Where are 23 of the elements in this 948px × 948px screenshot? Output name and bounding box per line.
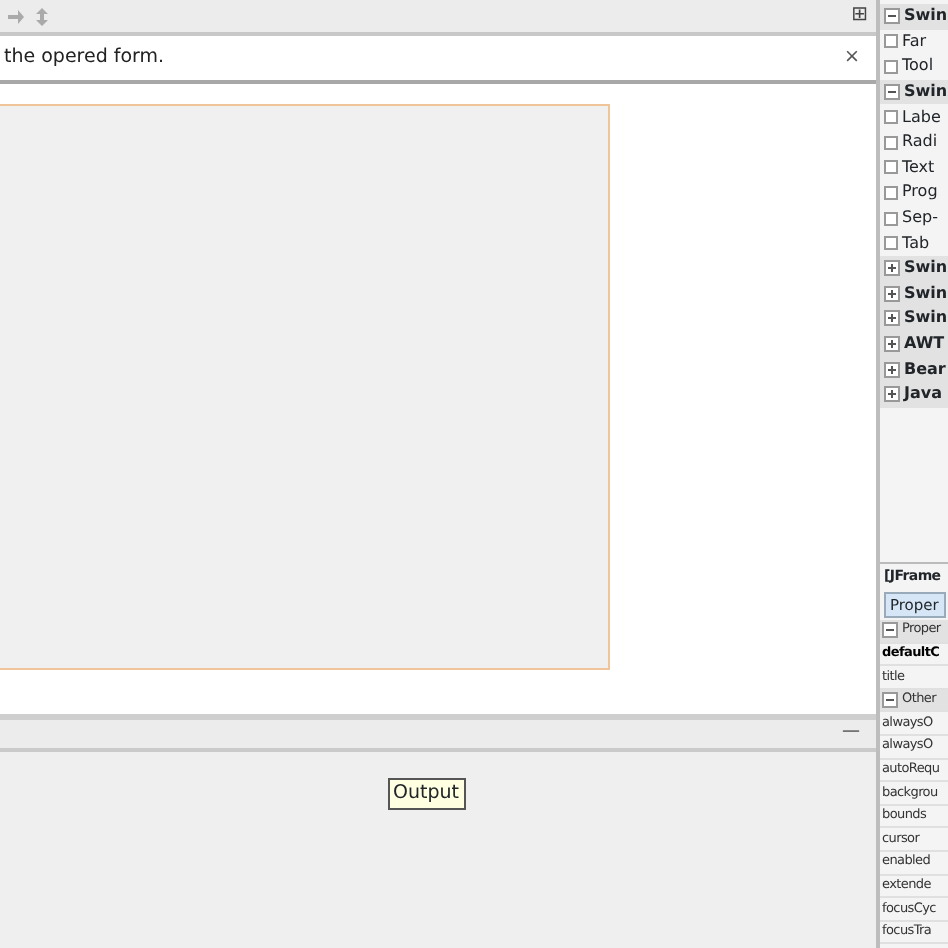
expand-icon[interactable]: [884, 386, 900, 403]
close-icon[interactable]: ×: [844, 43, 860, 73]
expand-icon[interactable]: [884, 336, 900, 353]
palette-item[interactable]: Prog: [902, 180, 938, 205]
collapse-icon[interactable]: [882, 692, 898, 709]
palette-item[interactable]: Tool: [902, 54, 934, 79]
collapse-icon[interactable]: [884, 8, 900, 25]
palette-item[interactable]: Text: [902, 155, 935, 180]
expand-icon[interactable]: ⊞: [851, 6, 868, 26]
palette-item[interactable]: Far: [902, 29, 927, 54]
palette-item[interactable]: Sep-: [902, 206, 938, 231]
expand-icon[interactable]: [884, 361, 900, 378]
tooltip: Output: [387, 778, 465, 810]
expand-icon[interactable]: [884, 285, 900, 302]
collapse-icon[interactable]: [882, 622, 898, 639]
minimize-icon[interactable]: —: [842, 720, 860, 748]
palette-item[interactable]: Labe: [902, 105, 941, 130]
expand-icon[interactable]: [884, 260, 900, 277]
expand-icon[interactable]: [884, 310, 900, 327]
palette-item[interactable]: Tab: [902, 231, 930, 256]
message-text: the opered form.: [4, 43, 165, 72]
collapse-icon[interactable]: [884, 84, 900, 101]
palette-item[interactable]: Radi: [902, 130, 938, 155]
